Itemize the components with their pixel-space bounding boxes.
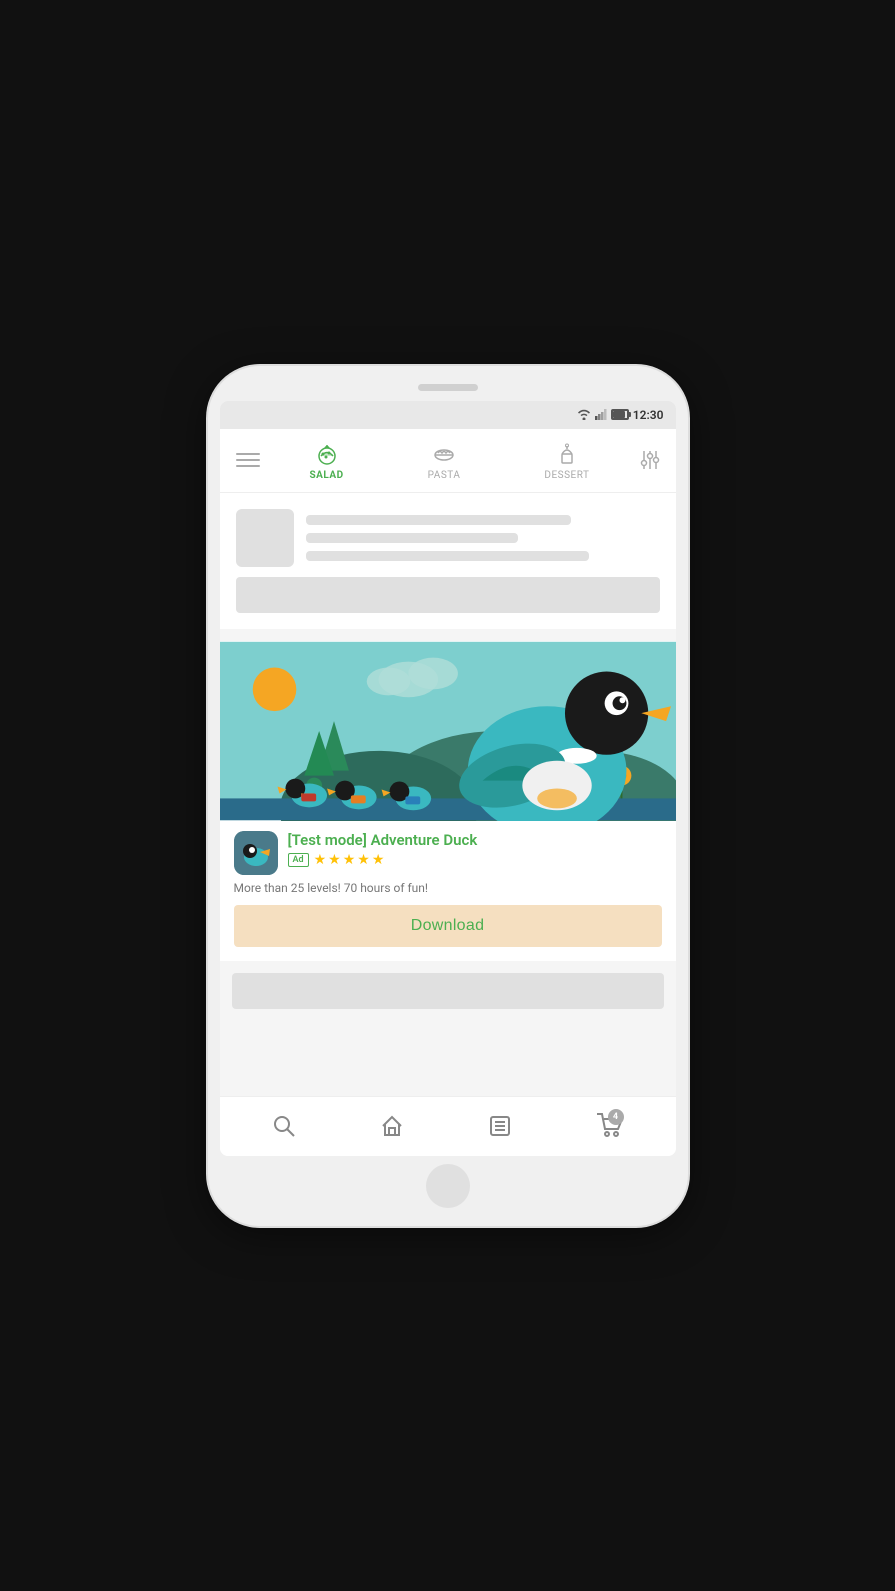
- status-time: 12:30: [633, 408, 664, 422]
- bottom-nav: 4: [220, 1096, 676, 1156]
- filter-icon[interactable]: [632, 442, 668, 478]
- status-icons: 12:30: [577, 408, 664, 422]
- skeleton-line-3: [306, 551, 589, 561]
- ad-image: [220, 641, 676, 821]
- tab-pasta[interactable]: PASTA: [428, 440, 461, 481]
- star-5: ★: [372, 852, 385, 868]
- tab-salad[interactable]: SALAD: [310, 440, 344, 481]
- ad-title-row: [Test mode] Adventure Duck Ad ★ ★ ★ ★ ★: [234, 831, 662, 875]
- tab-pasta-label: PASTA: [428, 470, 461, 481]
- skeleton-thumbnail: [236, 509, 294, 567]
- star-4: ★: [357, 852, 370, 868]
- ad-card: [Test mode] Adventure Duck Ad ★ ★ ★ ★ ★: [220, 641, 676, 961]
- star-2: ★: [328, 852, 341, 868]
- bottom-nav-search[interactable]: [272, 1114, 296, 1138]
- signal-icon: [595, 409, 607, 420]
- star-1: ★: [314, 852, 327, 868]
- tab-salad-label: SALAD: [310, 470, 344, 481]
- content-area: [Test mode] Adventure Duck Ad ★ ★ ★ ★ ★: [220, 493, 676, 1096]
- skeleton-bar: [236, 577, 660, 613]
- bottom-skeleton: [232, 973, 664, 1009]
- tab-dessert-label: DESSERT: [544, 470, 589, 481]
- ad-content: [Test mode] Adventure Duck Ad ★ ★ ★ ★ ★: [220, 821, 676, 961]
- wifi-icon: [577, 409, 591, 420]
- battery-icon: [611, 409, 629, 420]
- app-icon: [234, 831, 278, 875]
- stars: ★ ★ ★ ★ ★: [314, 852, 385, 868]
- bottom-nav-home[interactable]: [380, 1114, 404, 1138]
- skeleton-line-1: [306, 515, 572, 525]
- status-bar: 12:30: [220, 401, 676, 429]
- tab-dessert[interactable]: DESSERT: [544, 440, 589, 481]
- ad-title: [Test mode] Adventure Duck: [288, 831, 662, 849]
- phone-speaker: [418, 384, 478, 391]
- ad-description: More than 25 levels! 70 hours of fun!: [234, 881, 662, 895]
- menu-icon[interactable]: [228, 445, 268, 475]
- nav-bar: SALAD PASTA: [220, 429, 676, 493]
- skeleton-card: [220, 493, 676, 629]
- star-3: ★: [343, 852, 356, 868]
- phone-home-button[interactable]: [426, 1164, 470, 1208]
- ad-badge-stars: Ad ★ ★ ★ ★ ★: [288, 852, 662, 868]
- nav-tabs: SALAD PASTA: [268, 440, 632, 481]
- download-button[interactable]: Download: [234, 905, 662, 947]
- bottom-nav-cart[interactable]: 4: [596, 1113, 624, 1139]
- ad-title-meta: [Test mode] Adventure Duck Ad ★ ★ ★ ★ ★: [288, 831, 662, 868]
- ad-badge: Ad: [288, 853, 309, 867]
- phone-screen: 12:30: [220, 401, 676, 1156]
- skeleton-line-2: [306, 533, 518, 543]
- bottom-nav-menu[interactable]: [488, 1114, 512, 1138]
- phone-frame: 12:30: [208, 366, 688, 1226]
- cart-badge: 4: [608, 1109, 624, 1125]
